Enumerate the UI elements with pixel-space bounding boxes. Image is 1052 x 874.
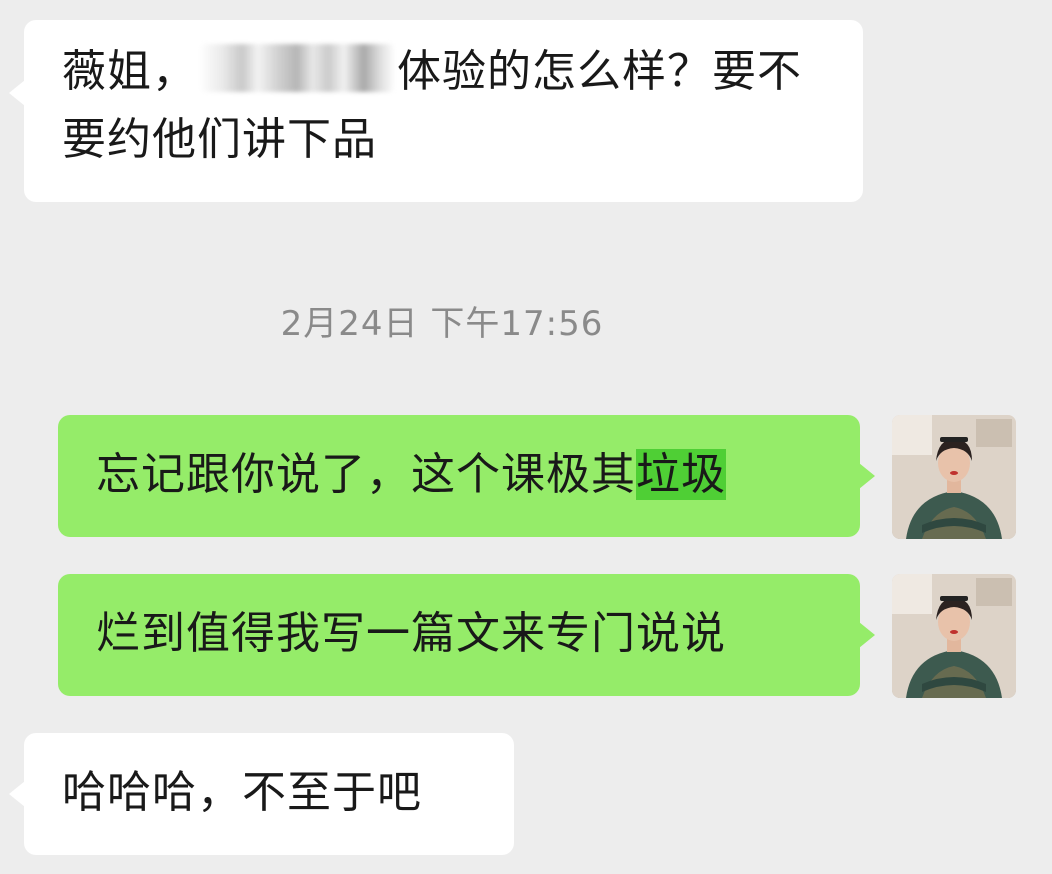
user-avatar-icon[interactable] (892, 415, 1016, 539)
bubble-tail (859, 463, 875, 489)
avatar-photo (892, 415, 1016, 539)
message-text: 忘记跟你说了，这个课极其 (96, 449, 636, 500)
message-text: 哈哈哈，不至于吧 (62, 767, 422, 818)
incoming-message-bubble[interactable]: 哈哈哈，不至于吧 (9, 733, 514, 855)
message-text: 薇姐， (62, 46, 197, 97)
bubble-tail (9, 80, 25, 106)
selected-text[interactable]: 垃圾 (636, 449, 726, 500)
bubble-tail (9, 781, 25, 807)
message-text: 烂到值得我写一篇文来专门说说 (96, 608, 726, 659)
redacted-text-blur (199, 44, 395, 92)
bubble-tail (859, 622, 875, 648)
outgoing-message-bubble[interactable]: 忘记跟你说了，这个课极其垃圾 (58, 415, 875, 537)
user-avatar-icon[interactable] (892, 574, 1016, 698)
outgoing-message-bubble[interactable]: 烂到值得我写一篇文来专门说说 (58, 574, 875, 696)
message-timestamp: 2月24日 下午17:56 (280, 304, 604, 344)
avatar-photo (892, 574, 1016, 698)
incoming-message-bubble[interactable]: 薇姐， 体验的怎么样？要不要约他们讲下品 (9, 20, 863, 202)
